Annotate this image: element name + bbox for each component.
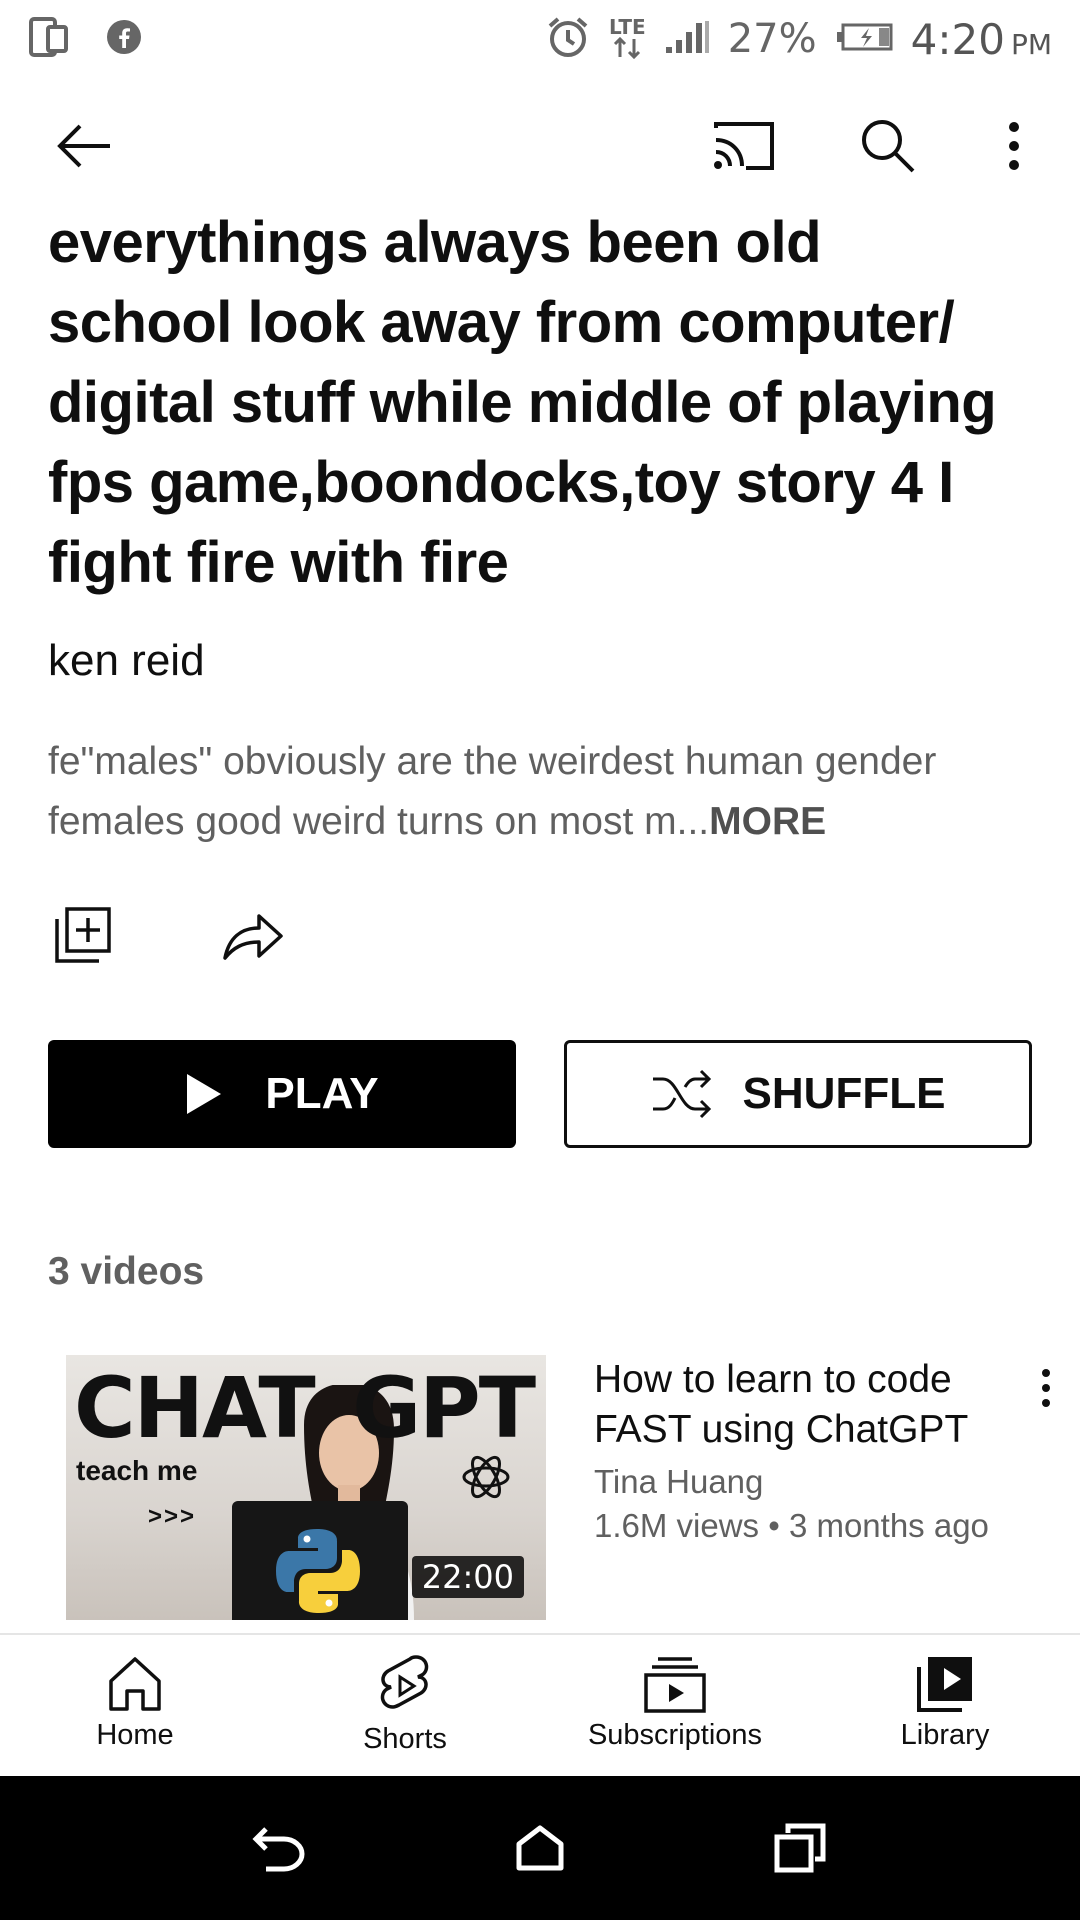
arrow-back-icon <box>57 124 110 168</box>
system-nav-bar <box>0 1776 1080 1920</box>
more-link[interactable]: MORE <box>709 800 826 843</box>
save-playlist-button[interactable] <box>48 900 118 970</box>
status-bar: LTE 27% 4:20 PM <box>0 0 1080 78</box>
facebook-icon <box>106 19 142 60</box>
shuffle-icon <box>652 1069 711 1119</box>
share-icon <box>223 914 283 960</box>
thumbnail-subtext: teach me <box>76 1455 198 1486</box>
list-item[interactable]: CHAT GPT teach me >>> 22:00 How to learn… <box>66 1355 1066 1620</box>
subscriptions-icon <box>644 1657 706 1713</box>
openai-logo-icon <box>462 1455 510 1499</box>
recents-icon <box>774 1823 826 1873</box>
battery-percent: 27% <box>727 16 817 62</box>
playlist-actions <box>48 900 288 970</box>
home-icon <box>109 1657 161 1711</box>
video-count: 3 videos <box>48 1250 205 1293</box>
video-title[interactable]: How to learn to code FAST using ChatGPT <box>594 1355 1014 1455</box>
video-meta[interactable]: How to learn to code FAST using ChatGPT … <box>594 1355 1014 1545</box>
signal-icon <box>664 19 710 60</box>
video-more-button[interactable] <box>1026 1363 1066 1413</box>
play-label: PLAY <box>265 1069 379 1118</box>
system-back-button[interactable] <box>230 1798 330 1898</box>
library-icon <box>917 1657 972 1712</box>
thumbnail-text-gpt: GPT <box>352 1359 536 1457</box>
play-button[interactable]: PLAY <box>48 1040 516 1148</box>
cast-button[interactable] <box>698 100 790 192</box>
nav-subscriptions[interactable]: Subscriptions <box>540 1635 810 1776</box>
alarm-icon <box>545 14 591 65</box>
playlist-title: everythings always been old school look … <box>48 210 997 595</box>
more-options-button[interactable] <box>968 100 1060 192</box>
network-type: LTE <box>609 17 646 62</box>
nav-home[interactable]: Home <box>0 1635 270 1776</box>
library-add-icon <box>55 907 111 963</box>
more-vert-icon <box>1009 122 1019 170</box>
thumbnail-text-chat: CHAT <box>74 1359 316 1457</box>
play-icon <box>187 1074 222 1114</box>
system-home-button[interactable] <box>490 1798 590 1898</box>
more-vert-icon <box>1042 1369 1050 1407</box>
home-outline-icon <box>516 1825 564 1871</box>
share-button[interactable] <box>218 900 288 970</box>
video-thumbnail[interactable]: CHAT GPT teach me >>> 22:00 <box>66 1355 546 1620</box>
clock: 4:20 PM <box>910 14 1052 64</box>
video-channel: Tina Huang <box>594 1463 764 1500</box>
screen-mirror-icon <box>28 15 70 64</box>
nav-library[interactable]: Library <box>810 1635 1080 1776</box>
shuffle-label: SHUFFLE <box>742 1069 946 1118</box>
python-logo-icon <box>276 1529 360 1613</box>
search-button[interactable] <box>842 100 934 192</box>
shuffle-button[interactable]: SHUFFLE <box>564 1040 1032 1148</box>
video-duration: 22:00 <box>411 1556 524 1598</box>
playlist-author[interactable]: ken reid <box>48 636 205 686</box>
playlist-description[interactable]: fe"males" obviously are the weirdest hum… <box>48 732 1038 852</box>
search-icon <box>862 120 915 173</box>
bottom-nav: Home Shorts Subscriptions Library <box>0 1633 1080 1776</box>
back-button[interactable] <box>38 100 130 192</box>
nav-subscriptions-label: Subscriptions <box>587 1719 763 1751</box>
video-stats: 1.6M views • 3 months ago <box>594 1507 989 1544</box>
battery-charging-icon <box>835 22 893 57</box>
nav-shorts[interactable]: Shorts <box>270 1635 540 1776</box>
back-arrow-icon <box>252 1827 305 1872</box>
system-recents-button[interactable] <box>750 1798 850 1898</box>
cast-icon <box>714 122 774 170</box>
nav-shorts-label: Shorts <box>363 1723 447 1755</box>
app-bar <box>0 100 1080 192</box>
thumbnail-arrows: >>> <box>148 1503 197 1530</box>
nav-home-label: Home <box>96 1719 174 1751</box>
nav-library-label: Library <box>900 1719 990 1751</box>
shorts-icon <box>380 1655 429 1709</box>
